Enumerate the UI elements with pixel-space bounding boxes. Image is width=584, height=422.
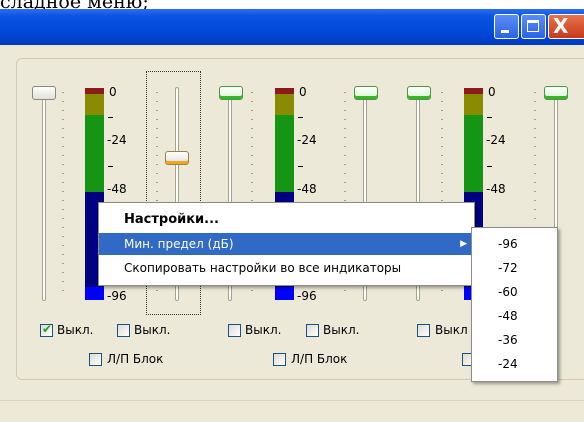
meter-label-0: 0 [109, 85, 117, 99]
slider-thumb[interactable] [544, 86, 568, 100]
meter-tick [487, 166, 492, 167]
submenu-arrow-icon: ▶ [460, 239, 467, 249]
meter-label-0: 0 [488, 85, 496, 99]
maximize-icon [527, 20, 539, 32]
submenu-item[interactable]: -60 [472, 280, 557, 304]
meter-tick [108, 166, 113, 167]
meter-label-96: -96 [107, 289, 127, 303]
meter-label-48: -48 [486, 182, 506, 196]
mute-checkbox[interactable] [306, 324, 319, 337]
slider-thumb[interactable] [407, 86, 431, 100]
mute-checkbox-label: Выкл. [57, 323, 94, 337]
mute-checkbox[interactable] [40, 322, 53, 337]
slider-thumb[interactable] [219, 86, 243, 100]
mute-checkbox-label: Выкл. [134, 323, 171, 337]
maximize-button[interactable] [521, 14, 546, 39]
minimize-icon [501, 30, 509, 33]
meter-label-48: -48 [297, 182, 317, 196]
slider-thumb[interactable] [354, 86, 378, 100]
slider-ticks [62, 92, 64, 297]
meter-label-0: 0 [299, 85, 307, 99]
meter-tick [298, 166, 303, 167]
mute-checkbox[interactable] [117, 324, 130, 337]
mute-checkbox[interactable] [228, 324, 241, 337]
submenu-item[interactable]: -48 [472, 304, 557, 328]
menu-item-min-limit[interactable]: Мин. предел (дБ) ▶ [99, 233, 474, 255]
mute-checkbox-label: Выкл. [245, 323, 282, 337]
submenu-item[interactable]: -36 [472, 328, 557, 352]
close-button[interactable]: X [548, 14, 584, 39]
meter-label-24: -24 [297, 133, 317, 147]
lr-lock-checkbox[interactable] [89, 353, 102, 366]
context-menu: Настройки... Мин. предел (дБ) ▶ Скопиров… [98, 202, 475, 286]
submenu-item[interactable]: -24 [472, 352, 557, 376]
menu-item-settings[interactable]: Настройки... [99, 209, 474, 231]
minimize-button[interactable] [494, 14, 519, 39]
status-bar [0, 400, 584, 422]
meter-label-24: -24 [107, 133, 127, 147]
close-icon: X [553, 14, 569, 38]
slider-thumb[interactable] [32, 86, 56, 100]
meter-label-96: -96 [297, 289, 317, 303]
lr-lock-checkbox[interactable] [273, 353, 286, 366]
mute-checkbox-label: Выкл. [323, 323, 360, 337]
meter-tick [298, 117, 303, 118]
meter-label-24: -24 [486, 133, 506, 147]
mute-checkbox[interactable] [417, 324, 430, 337]
lr-lock-checkbox-label: Л/П Блок [291, 352, 348, 366]
submenu-item[interactable]: -96 [472, 232, 557, 256]
min-limit-submenu: -96 -72 -60 -48 -36 -24 [471, 227, 558, 382]
menu-item-min-limit-label: Мин. предел (дБ) [124, 237, 234, 251]
lr-lock-checkbox-label: Л/П Блок [107, 352, 164, 366]
meter-label-48: -48 [107, 182, 127, 196]
submenu-item[interactable]: -72 [472, 256, 557, 280]
menu-item-copy-settings[interactable]: Скопировать настройки во все индикаторы [99, 257, 474, 279]
window-titlebar[interactable]: X [0, 9, 584, 45]
mute-checkbox-label: Выкл [435, 323, 468, 337]
meter-tick [487, 117, 492, 118]
meter-tick [108, 117, 113, 118]
slider-thumb[interactable] [165, 151, 189, 165]
slider-track[interactable] [42, 87, 46, 301]
